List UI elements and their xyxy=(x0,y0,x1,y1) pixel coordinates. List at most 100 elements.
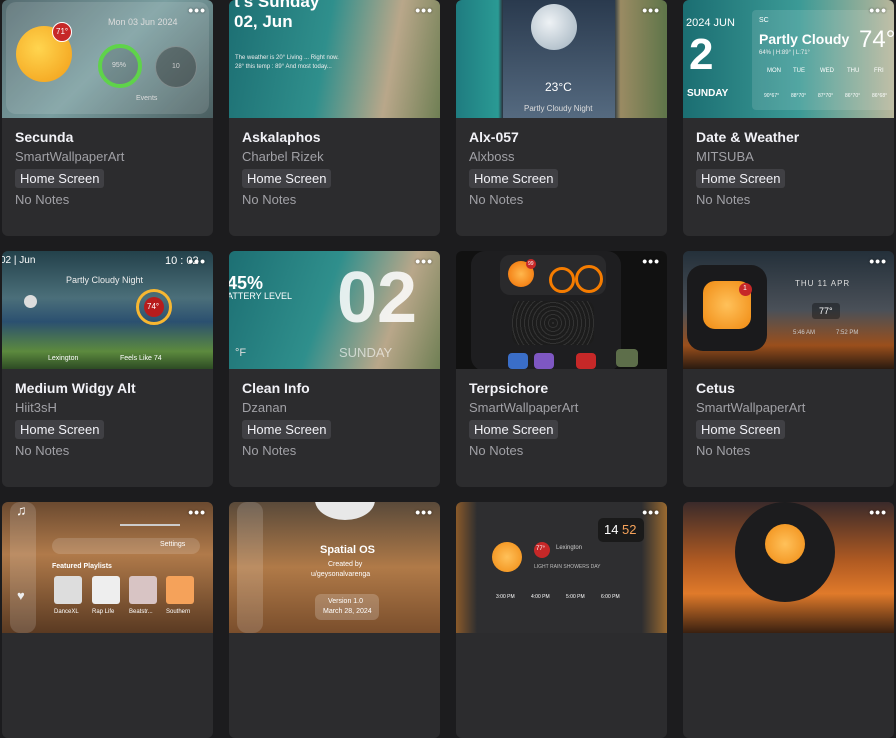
more-icon[interactable]: ••• xyxy=(188,505,206,519)
card-title: Secunda xyxy=(15,129,74,145)
card-title: Alx-057 xyxy=(469,129,519,145)
preview-thumbnail: ••• xyxy=(683,502,894,633)
forecast-day: MON xyxy=(767,68,781,74)
wallpaper-card-cetus[interactable]: 1 THU 11 APR 77° 5:46 AM 7:52 PM ••• Cet… xyxy=(683,251,894,487)
wallpaper-card-date-weather[interactable]: 2024 JUN 2 SUNDAY SC Partly Cloudy 74° 6… xyxy=(683,0,894,236)
home-screen-badge: Home Screen xyxy=(15,420,105,439)
card-notes: No Notes xyxy=(469,192,524,207)
clock-hour: 14 xyxy=(604,522,619,537)
wallpaper-card-medium-widgy-alt[interactable]: 02 | Jun 10 : 02 Partly Cloudy Night 74°… xyxy=(2,251,213,487)
card-author[interactable]: Charbel Rizek xyxy=(242,149,324,164)
more-icon[interactable]: ••• xyxy=(642,254,660,268)
wallpaper-card-secunda[interactable]: 71° Mon 03 Jun 2024 95% 10 Events ••• Se… xyxy=(2,0,213,236)
preview-date: Mon 03 Jun 2024 xyxy=(108,17,178,27)
preview-thumbnail: ♫ ♥ Settings Featured Playlists DanceXL … xyxy=(2,502,213,633)
preview-condition: LIGHT RAIN SHOWERS DAY xyxy=(534,564,601,570)
version: Version 1.0 xyxy=(328,598,364,605)
wallpaper-card-alx-057[interactable]: 23°C Partly Cloudy Night ••• Alx-057 Alx… xyxy=(456,0,667,236)
temp-gauge: 74° xyxy=(136,289,172,325)
card-title: Cetus xyxy=(696,380,735,396)
events-label: Events xyxy=(136,95,158,102)
forecast-temp: 90°67° xyxy=(764,93,780,99)
os-name: Spatial OS xyxy=(320,544,376,556)
preview-condition: Partly Cloudy Night xyxy=(66,275,144,285)
more-icon[interactable]: ••• xyxy=(415,505,433,519)
preview-weekday: SUNDAY xyxy=(687,88,729,99)
preview-thumbnail: t's Sunday 02, Jun The weather is 20° Li… xyxy=(229,0,440,118)
preview-stats: 64% | H:89° | L:71° xyxy=(759,50,810,56)
wallpaper-card-clean-info[interactable]: 45% ATTERY LEVEL 02 SUNDAY °F ••• Clean … xyxy=(229,251,440,487)
preview-text: The weather is 20° Living ... Right now. xyxy=(235,55,339,61)
more-icon[interactable]: ••• xyxy=(188,254,206,268)
preview-heading: t's Sunday xyxy=(234,0,320,11)
sun-icon xyxy=(765,524,805,564)
preview-big-day: 02 xyxy=(337,258,418,338)
more-icon[interactable]: ••• xyxy=(415,254,433,268)
wallpaper-card-music[interactable]: ♫ ♥ Settings Featured Playlists DanceXL … xyxy=(2,502,213,738)
preview-weekday: SUNDAY xyxy=(339,345,393,360)
hour-label: 5:00 PM xyxy=(566,594,585,600)
more-icon[interactable]: ••• xyxy=(188,3,206,17)
sunrise-time: 5:46 AM xyxy=(793,330,816,336)
home-screen-badge: Home Screen xyxy=(696,169,786,188)
wallpaper-card-askalaphos[interactable]: t's Sunday 02, Jun The weather is 20° Li… xyxy=(229,0,440,236)
preview-location: Lexington xyxy=(48,355,79,362)
preview-temp: 77° xyxy=(819,306,833,316)
author-handle: u/geysonalvarenga xyxy=(311,571,371,578)
more-icon[interactable]: ••• xyxy=(415,3,433,17)
moon-icon xyxy=(531,4,577,50)
preview-thumbnail: 23°C Partly Cloudy Night ••• xyxy=(456,0,667,118)
wallpaper-card-terpsichore[interactable]: 99 ••• Terpsichore SmartWallpaperArt Hom… xyxy=(456,251,667,487)
wallpaper-card-weather-dark[interactable]: 14 52 77° Lexington LIGHT RAIN SHOWERS D… xyxy=(456,502,667,738)
preview-date: 02, Jun xyxy=(234,12,293,31)
hour-label: 4:00 PM xyxy=(531,594,550,600)
battery-label: ATTERY LEVEL xyxy=(229,291,293,301)
forecast-temp: 86°70° xyxy=(845,93,861,99)
preview-day: 2 xyxy=(689,30,714,79)
more-icon[interactable]: ••• xyxy=(642,505,660,519)
hour-label: 3:00 PM xyxy=(496,594,515,600)
more-icon[interactable]: ••• xyxy=(869,505,887,519)
forecast-day: FRI xyxy=(874,68,884,74)
more-icon[interactable]: ••• xyxy=(869,254,887,268)
preview-condition: Partly Cloudy xyxy=(759,31,850,47)
card-author[interactable]: Alxboss xyxy=(469,149,515,164)
preview-thumbnail: 14 52 77° Lexington LIGHT RAIN SHOWERS D… xyxy=(456,502,667,633)
preview-location: SC xyxy=(759,17,769,24)
preview-thumbnail: 02 | Jun 10 : 02 Partly Cloudy Night 74°… xyxy=(2,251,213,369)
card-notes: No Notes xyxy=(242,192,297,207)
card-notes: No Notes xyxy=(15,443,70,458)
preview-date: THU 11 APR xyxy=(795,279,851,288)
card-notes: No Notes xyxy=(15,192,70,207)
temp-badge: 71° xyxy=(52,22,72,42)
preview-thumbnail: 99 ••• xyxy=(456,251,667,369)
home-screen-badge: Home Screen xyxy=(15,169,105,188)
sunset-time: 7:52 PM xyxy=(836,330,859,336)
more-icon[interactable]: ••• xyxy=(869,3,887,17)
card-author[interactable]: Hiit3sH xyxy=(15,400,57,415)
created-by: Created by xyxy=(328,561,363,568)
count-circle: 10 xyxy=(155,46,197,88)
playlist-name: Southern xyxy=(166,609,191,615)
card-author[interactable]: Dzanan xyxy=(242,400,287,415)
card-author[interactable]: SmartWallpaperArt xyxy=(469,400,578,415)
music-note-icon: ♫ xyxy=(16,502,27,518)
wallpaper-card-sunset[interactable]: ••• xyxy=(683,502,894,738)
moon-icon xyxy=(24,295,37,308)
playlist-name: Rap Life xyxy=(92,609,115,615)
card-author[interactable]: SmartWallpaperArt xyxy=(696,400,805,415)
preview-month: 2024 JUN xyxy=(686,17,735,29)
home-screen-badge: Home Screen xyxy=(242,169,332,188)
preview-condition: Partly Cloudy Night xyxy=(524,104,593,113)
card-title: Date & Weather xyxy=(696,129,800,145)
card-author[interactable]: MITSUBA xyxy=(696,149,754,164)
card-title: Askalaphos xyxy=(242,129,321,145)
heart-icon: ♥ xyxy=(17,588,25,603)
preview-feels: Feels Like 74 xyxy=(120,355,162,362)
card-notes: No Notes xyxy=(696,443,751,458)
card-author[interactable]: SmartWallpaperArt xyxy=(15,149,124,164)
playlist-name: Beatstr... xyxy=(129,609,153,615)
more-icon[interactable]: ••• xyxy=(642,3,660,17)
preview-unit: °F xyxy=(235,347,247,359)
wallpaper-card-spatial-os[interactable]: Spatial OS Created by u/geysonalvarenga … xyxy=(229,502,440,738)
